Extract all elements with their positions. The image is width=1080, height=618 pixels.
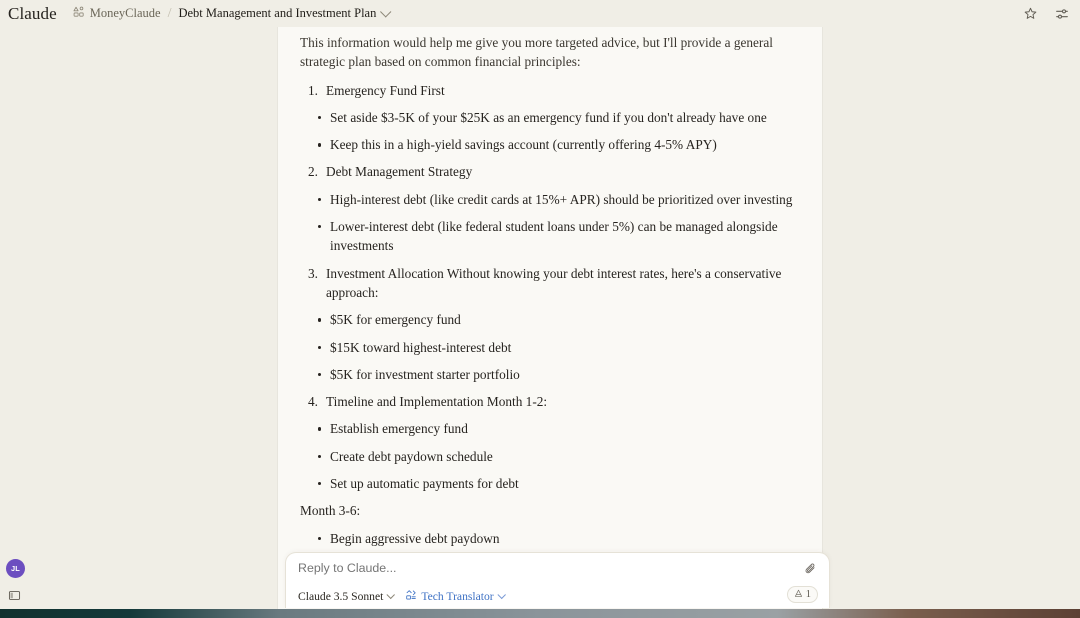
list-item-label: Begin aggressive debt paydown bbox=[330, 530, 500, 546]
list-item: Establish emergency fund bbox=[300, 419, 800, 438]
list-item: Create debt paydown schedule bbox=[300, 447, 800, 466]
app-window: Claude MoneyClaude / Debt Management and… bbox=[0, 0, 1080, 618]
style-selector[interactable]: Tech Translator bbox=[405, 589, 506, 604]
composer-input[interactable] bbox=[298, 561, 778, 575]
bullet-icon bbox=[318, 536, 322, 541]
list-item-label: Create debt paydown schedule bbox=[330, 448, 493, 464]
sliders-icon[interactable] bbox=[1054, 6, 1070, 22]
style-icon bbox=[405, 589, 417, 604]
list-item-numbered: 1. Emergency Fund First bbox=[300, 81, 800, 100]
breadcrumb-project-label: MoneyClaude bbox=[89, 6, 161, 20]
message-list: 1. Emergency Fund First Set aside $3-5K … bbox=[300, 81, 800, 494]
bullet-icon bbox=[318, 482, 322, 486]
list-item: $5K for emergency fund bbox=[300, 310, 800, 329]
bullet-icon bbox=[318, 454, 322, 459]
bullet-icon bbox=[318, 345, 322, 349]
list-item-label: $5K for emergency fund bbox=[330, 312, 461, 328]
style-selector-label: Tech Translator bbox=[421, 590, 494, 603]
usage-count: 1 bbox=[805, 589, 811, 600]
conversation-title: Debt Management and Investment Plan bbox=[178, 6, 377, 20]
bullet-icon bbox=[318, 427, 322, 431]
chevron-down-icon bbox=[386, 590, 396, 599]
app-brand[interactable]: Claude bbox=[8, 4, 57, 24]
breadcrumb-project[interactable]: MoneyClaude bbox=[72, 5, 161, 22]
message-paragraph: This information would help me give you … bbox=[300, 35, 773, 70]
list-item-label: $15K toward highest-interest debt bbox=[330, 339, 512, 355]
list-item-label: Keep this in a high-yield savings accoun… bbox=[330, 137, 717, 153]
list-item: Lower-interest debt (like federal studen… bbox=[300, 217, 800, 256]
list-number: 2. bbox=[308, 164, 318, 180]
avatar[interactable]: JL bbox=[6, 559, 25, 578]
list-item-numbered: 3. Investment Allocation Without knowing… bbox=[300, 264, 800, 303]
list-item-label: Lower-interest debt (like federal studen… bbox=[330, 219, 778, 254]
bullet-icon bbox=[318, 225, 322, 229]
project-icon bbox=[72, 5, 85, 22]
list-item-label: Set up automatic payments for debt bbox=[330, 476, 519, 492]
list-item: Keep this in a high-yield savings accoun… bbox=[300, 135, 800, 154]
list-number: 3. bbox=[308, 265, 318, 281]
paperclip-icon[interactable] bbox=[803, 561, 817, 580]
list-item: $5K for investment starter portfolio bbox=[300, 365, 800, 384]
list-item-label: Debt Management Strategy bbox=[326, 164, 473, 180]
list-item: Begin aggressive debt paydown bbox=[300, 529, 800, 547]
assistant-message: This information would help me give you … bbox=[300, 27, 800, 547]
list-item: High-interest debt (like credit cards at… bbox=[300, 190, 800, 209]
top-bar: Claude MoneyClaude / Debt Management and… bbox=[0, 0, 1080, 27]
composer: Claude 3.5 Sonnet Tech Translator bbox=[285, 552, 830, 608]
list-item: Set aside $3-5K of your $25K as an emerg… bbox=[300, 108, 800, 127]
list-number: 4. bbox=[308, 394, 318, 410]
list-item-label: High-interest debt (like credit cards at… bbox=[330, 191, 793, 207]
chevron-down-icon bbox=[497, 590, 506, 599]
bullet-icon bbox=[318, 372, 322, 377]
bullet-icon bbox=[318, 115, 322, 120]
message-list-second: Begin aggressive debt paydown Start smal… bbox=[300, 529, 800, 547]
sidebar-toggle-icon[interactable] bbox=[8, 589, 21, 607]
model-selector-label: Claude 3.5 Sonnet bbox=[298, 590, 384, 603]
model-selector[interactable]: Claude 3.5 Sonnet bbox=[298, 590, 396, 603]
bullet-icon bbox=[318, 197, 322, 202]
conversation-panel: This information would help me give you … bbox=[278, 27, 822, 609]
list-item-label: $5K for investment starter portfolio bbox=[330, 366, 520, 382]
list-item-numbered: 2. Debt Management Strategy bbox=[300, 162, 800, 181]
conversation-scroll-area[interactable]: This information would help me give you … bbox=[278, 27, 822, 547]
desktop-wallpaper-strip bbox=[0, 609, 1080, 618]
usage-badge[interactable]: 1 bbox=[786, 586, 818, 603]
breadcrumb-conversation[interactable]: Debt Management and Investment Plan bbox=[178, 5, 392, 21]
bullet-icon bbox=[318, 143, 322, 147]
list-item: Set up automatic payments for debt bbox=[300, 474, 800, 493]
list-item-label: Emergency Fund First bbox=[326, 82, 445, 98]
bullet-icon bbox=[318, 318, 322, 322]
list-item-label: Investment Allocation Without knowing yo… bbox=[326, 265, 782, 300]
composer-footer: Claude 3.5 Sonnet Tech Translator bbox=[298, 589, 506, 604]
list-item-label: Set aside $3-5K of your $25K as an emerg… bbox=[330, 109, 767, 125]
list-number: 1. bbox=[308, 82, 318, 98]
message-subheading: Month 3-6: bbox=[300, 503, 361, 519]
breadcrumb-separator: / bbox=[167, 5, 172, 21]
top-bar-actions bbox=[1023, 0, 1070, 27]
chevron-down-icon bbox=[380, 5, 392, 18]
list-item-label: Establish emergency fund bbox=[330, 421, 468, 437]
breadcrumb: MoneyClaude / Debt Management and Invest… bbox=[72, 5, 392, 22]
list-item-label: Timeline and Implementation Month 1-2: bbox=[326, 394, 548, 410]
star-icon[interactable] bbox=[1023, 6, 1038, 21]
list-item: $15K toward highest-interest debt bbox=[300, 338, 800, 357]
usage-icon bbox=[794, 589, 803, 601]
list-item-numbered: 4. Timeline and Implementation Month 1-2… bbox=[300, 392, 800, 411]
